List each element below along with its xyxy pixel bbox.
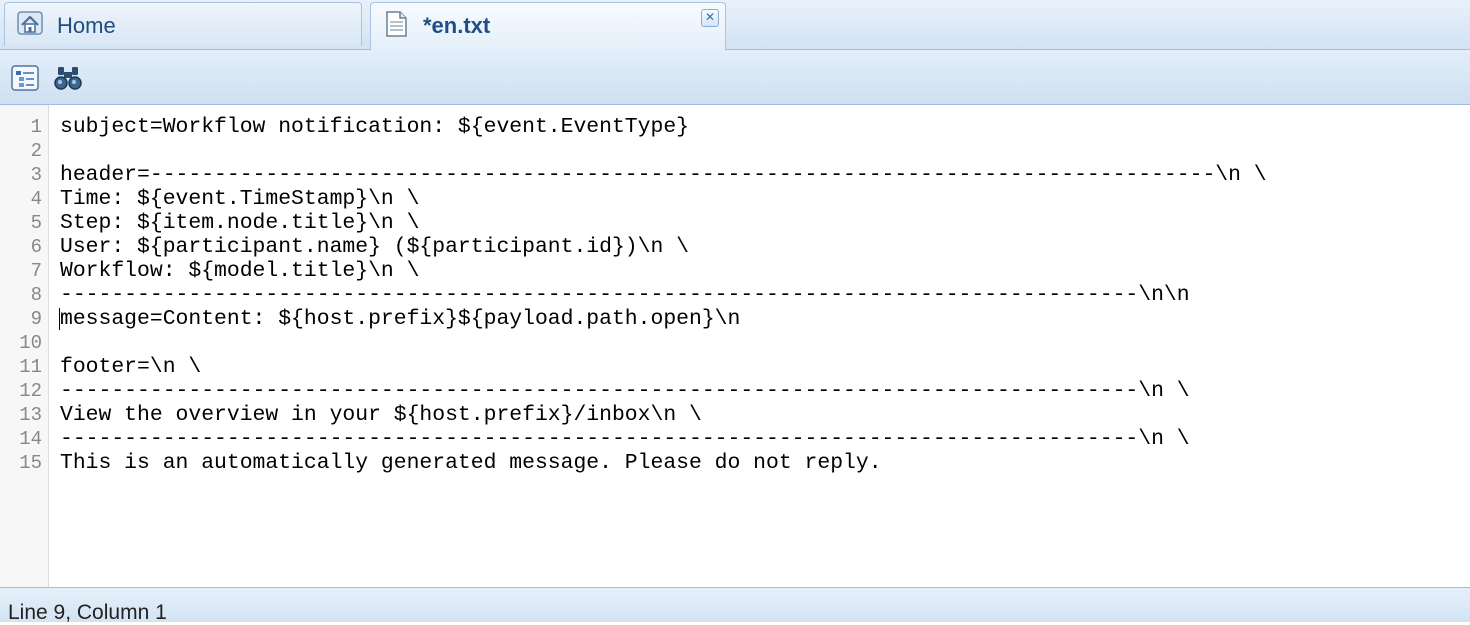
- tab-home-label: Home: [57, 13, 116, 38]
- line-number: 4: [30, 188, 42, 210]
- code-editor[interactable]: 1 2 3 4 5 6 7 8 9 10 11 12 13 14 15 subj…: [0, 105, 1470, 587]
- line-number: 8: [30, 284, 42, 306]
- cursor-position-status: Line 9, Column 1: [8, 601, 167, 624]
- line-number: 11: [19, 356, 42, 378]
- line-number: 1: [30, 116, 42, 138]
- editor-toolbar: [0, 50, 1470, 105]
- code-line: Time: ${event.TimeStamp}\n \: [60, 187, 420, 211]
- status-bar: Line 9, Column 1: [0, 587, 1470, 624]
- code-line: ----------------------------------------…: [60, 379, 1190, 403]
- code-line: Step: ${item.node.title}\n \: [60, 211, 420, 235]
- tab-bar: Home *en.txt ✕: [0, 0, 1470, 50]
- line-number: 9: [30, 308, 42, 330]
- line-number-gutter: 1 2 3 4 5 6 7 8 9 10 11 12 13 14 15: [0, 105, 49, 587]
- tab-home[interactable]: Home: [4, 2, 362, 46]
- line-number: 2: [30, 140, 42, 162]
- code-line: ----------------------------------------…: [60, 283, 1190, 307]
- home-icon: [15, 10, 45, 38]
- code-line: View the overview in your ${host.prefix}…: [60, 403, 702, 427]
- line-number: 12: [19, 380, 42, 402]
- line-number: 6: [30, 236, 42, 258]
- code-line: Workflow: ${model.title}\n \: [60, 259, 420, 283]
- line-number: 10: [19, 332, 42, 354]
- line-number: 13: [19, 404, 42, 426]
- line-number: 14: [19, 428, 42, 450]
- code-line: header=---------------------------------…: [60, 163, 1267, 187]
- code-line: message=Content: ${host.prefix}${payload…: [60, 307, 741, 331]
- line-number: 5: [30, 212, 42, 234]
- text-cursor: [59, 308, 60, 330]
- tab-close-icon[interactable]: ✕: [701, 9, 719, 27]
- find-binoculars-icon[interactable]: [53, 63, 83, 93]
- document-icon: [381, 10, 411, 38]
- code-line: footer=\n \: [60, 355, 202, 379]
- code-line: User: ${participant.name} (${participant…: [60, 235, 689, 259]
- code-line: subject=Workflow notification: ${event.E…: [60, 115, 689, 139]
- line-number: 15: [19, 452, 42, 474]
- line-number: 7: [30, 260, 42, 282]
- line-number: 3: [30, 164, 42, 186]
- code-line: This is an automatically generated messa…: [60, 451, 882, 475]
- code-line: ----------------------------------------…: [60, 427, 1190, 451]
- tab-en-txt-label: *en.txt: [423, 13, 491, 38]
- tab-en-txt[interactable]: *en.txt ✕: [370, 2, 726, 50]
- outline-icon[interactable]: [10, 63, 40, 93]
